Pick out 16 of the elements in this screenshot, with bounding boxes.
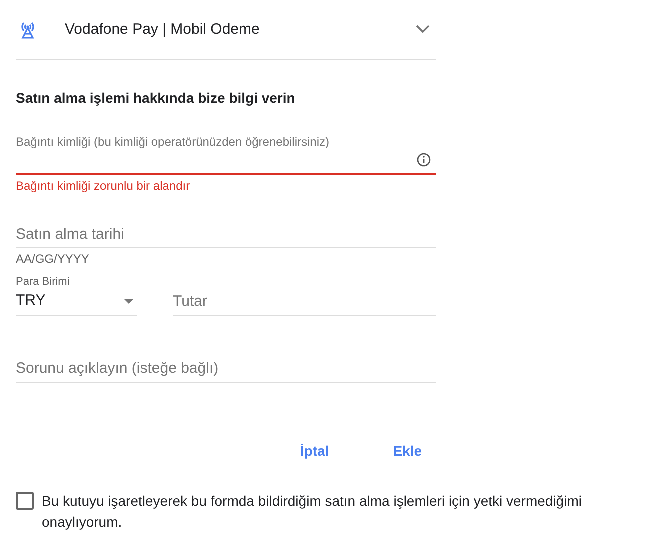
hint-text: AA/GG/YYYY bbox=[16, 252, 90, 266]
currency-dropdown[interactable]: Para Birimi TRY bbox=[16, 276, 137, 316]
info-icon[interactable] bbox=[417, 153, 431, 167]
description-field[interactable]: Sorunu açıklayın (isteğe bağlı) bbox=[16, 357, 219, 380]
section-heading: Satın alma işlemi hakkında bize bilgi verin bbox=[16, 89, 296, 107]
error-message: Bağıntı kimliği zorunlu bir alandır bbox=[16, 179, 192, 193]
add-button[interactable]: Ekle bbox=[379, 435, 436, 467]
input-field[interactable]: Satın alma tarihi bbox=[16, 222, 124, 246]
dropdown-arrow-icon bbox=[124, 299, 134, 304]
consent-text: Bu kutuyu işaretleyerek bu formda bildirdiğim satın alma işlemleri için yetki vermediğimi onaylıyorum. bbox=[42, 492, 583, 532]
cancel-button[interactable]: İptal bbox=[286, 435, 344, 467]
payment-method-title: Vodafone Pay | Mobil Odeme bbox=[65, 21, 261, 38]
amount-field[interactable]: Tutar bbox=[173, 290, 208, 313]
field-label: Bağıntı kimliği (bu kimliği operatörünüzden öğrenebilirsiniz) bbox=[16, 135, 330, 149]
chevron-icon[interactable] bbox=[416, 25, 430, 34]
checkbox[interactable] bbox=[16, 492, 34, 510]
